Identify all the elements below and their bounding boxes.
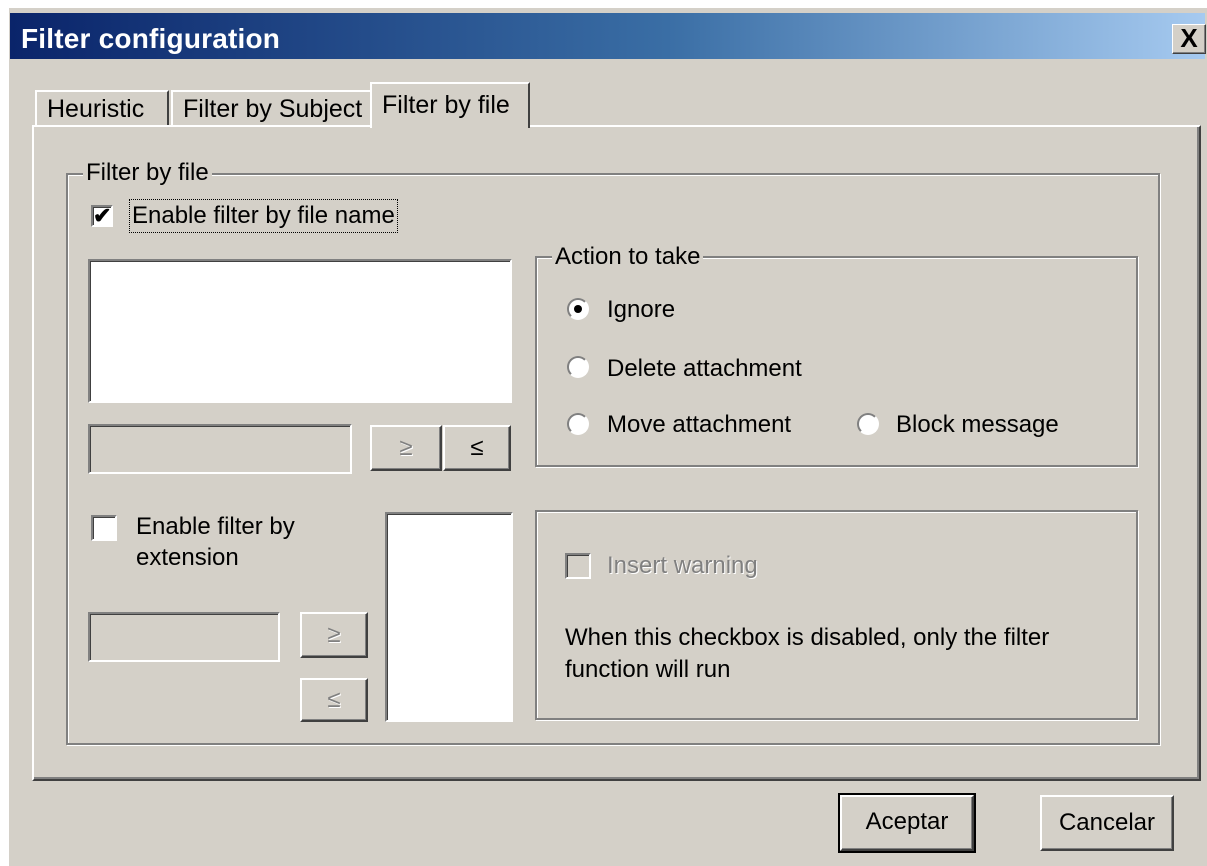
action-legend: Action to take bbox=[552, 244, 704, 270]
remove-filename-button[interactable]: ≤ bbox=[443, 425, 511, 471]
warning-note-line2: function will run bbox=[565, 656, 731, 683]
move-attachment-label[interactable]: Move attachment bbox=[607, 411, 791, 439]
tab-label: Heuristic bbox=[47, 95, 145, 123]
tab-label: Filter by Subject bbox=[183, 95, 363, 123]
window-title: Filter configuration bbox=[21, 23, 281, 54]
ignore-label[interactable]: Ignore bbox=[607, 296, 675, 324]
remove-extension-button[interactable]: ≤ bbox=[300, 678, 368, 722]
window-border-left bbox=[0, 0, 9, 866]
filename-list[interactable] bbox=[88, 259, 512, 403]
extension-input[interactable] bbox=[88, 612, 280, 662]
extension-list[interactable] bbox=[385, 512, 513, 722]
ignore-radio[interactable] bbox=[567, 298, 589, 320]
delete-attachment-radio[interactable] bbox=[567, 356, 589, 378]
enable-extension-label-line2[interactable]: extension bbox=[136, 544, 239, 572]
enable-filename-label[interactable]: Enable filter by file name bbox=[129, 199, 398, 233]
close-icon: X bbox=[1180, 23, 1198, 53]
checkmark-icon: ✔ bbox=[93, 203, 112, 228]
warning-note-line1: When this checkbox is disabled, only the… bbox=[565, 624, 1050, 651]
tab-heuristic[interactable]: Heuristic bbox=[35, 90, 169, 126]
tab-filter-by-file[interactable]: Filter by file bbox=[370, 82, 530, 128]
enable-extension-label-line1[interactable]: Enable filter by bbox=[136, 513, 295, 541]
window-border-top bbox=[0, 0, 1207, 8]
warning-groupbox bbox=[535, 510, 1138, 720]
add-filename-button[interactable]: ≥ bbox=[370, 425, 442, 471]
close-button[interactable]: X bbox=[1172, 24, 1206, 54]
insert-warning-label[interactable]: Insert warning bbox=[607, 552, 758, 580]
enable-filename-checkbox[interactable]: ✔ bbox=[91, 205, 113, 227]
insert-warning-checkbox[interactable] bbox=[565, 553, 591, 579]
block-message-label[interactable]: Block message bbox=[896, 411, 1059, 439]
filter-by-file-legend: Filter by file bbox=[83, 160, 212, 186]
filename-input[interactable] bbox=[88, 424, 352, 474]
enable-extension-checkbox[interactable] bbox=[91, 515, 117, 541]
move-attachment-radio[interactable] bbox=[567, 413, 589, 435]
radio-dot-icon bbox=[574, 305, 582, 313]
tab-label: Filter by file bbox=[382, 91, 510, 119]
tab-filter-by-subject[interactable]: Filter by Subject bbox=[171, 90, 372, 126]
block-message-radio[interactable] bbox=[857, 413, 879, 435]
add-extension-button[interactable]: ≥ bbox=[300, 612, 368, 658]
delete-attachment-label[interactable]: Delete attachment bbox=[607, 355, 802, 383]
cancel-button[interactable]: Cancelar bbox=[1040, 795, 1174, 851]
ok-button[interactable]: Aceptar bbox=[838, 793, 976, 853]
